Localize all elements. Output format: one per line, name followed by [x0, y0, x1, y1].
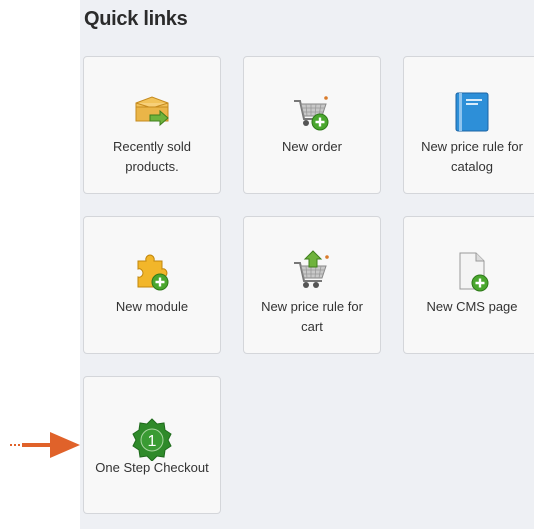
tile-label: One Step Checkout — [95, 460, 209, 475]
quick-link-price-rule-cart[interactable]: New price rule for cart — [243, 216, 381, 354]
cart-arrow-icon — [294, 250, 329, 288]
quick-link-new-order[interactable]: New order — [243, 56, 381, 194]
box-arrow-icon — [135, 96, 169, 127]
quick-link-new-cms-page[interactable]: New CMS page — [403, 216, 534, 354]
badge-one-icon: 1 — [132, 418, 172, 461]
quick-link-recently-sold[interactable]: Recently sold products. — [83, 56, 221, 194]
quick-link-new-module[interactable]: New module — [83, 216, 221, 354]
tile-label: New price rule for catalog — [421, 139, 523, 174]
quick-link-price-rule-catalog[interactable]: New price rule for catalog — [403, 56, 534, 194]
page-plus-icon — [459, 252, 489, 292]
pointer-arrow-icon — [10, 432, 80, 458]
tile-label: New order — [282, 139, 342, 154]
book-icon — [455, 92, 489, 132]
tile-label: New CMS page — [426, 299, 518, 314]
tile-label: Recently sold products. — [112, 139, 192, 174]
quick-link-one-step-checkout[interactable]: 1 One Step Checkout — [83, 376, 221, 514]
tile-label: New price rule for cart — [261, 299, 363, 334]
puzzle-plus-icon — [137, 254, 169, 291]
badge-number: 1 — [148, 433, 157, 450]
tile-label: New module — [115, 299, 189, 314]
cart-plus-icon — [294, 96, 329, 131]
section-title: Quick links — [84, 8, 188, 30]
